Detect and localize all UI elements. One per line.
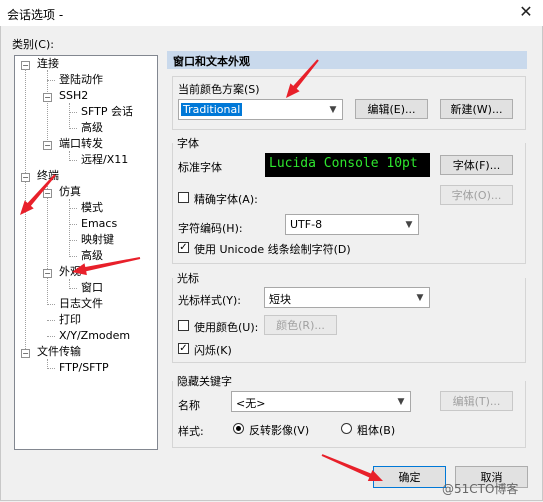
tree-line [47,183,48,303]
tree-item-ftp-sftp[interactable]: FTP/SFTP [59,361,109,375]
tree-line [69,288,77,289]
precise-font-label: 精确字体(A): [194,193,258,206]
tree-item-emulation-advanced[interactable]: 高级 [81,249,103,263]
collapse-icon[interactable]: − [43,189,52,198]
tree-line [69,151,70,159]
collapse-icon[interactable]: − [43,141,52,150]
chevron-down-icon: ▼ [329,105,337,115]
bold-label: 粗体(B) [357,424,396,437]
tree-item-ssh2[interactable]: SSH2 [59,89,88,103]
window-title: 会话选项 - [7,8,64,22]
reverse-video-label: 反转影像(V) [249,424,310,437]
tree-item-modes[interactable]: 模式 [81,201,103,215]
keyword-name-select[interactable]: <无> ▼ [231,391,411,412]
tree-line [69,256,77,257]
collapse-icon[interactable]: − [43,93,52,102]
cursor-style-value: 短块 [269,293,291,306]
collapse-icon[interactable]: − [21,173,30,182]
cursor-style-label: 光标样式(Y): [178,294,242,307]
scheme-edit-button[interactable]: 编辑(E)... [355,99,428,119]
encoding-select[interactable]: UTF-8 ▼ [285,214,419,235]
tree-item-emacs[interactable]: Emacs [81,217,117,231]
tree-line [47,336,55,337]
tree-item-port-forwarding[interactable]: 端口转发 [59,137,103,151]
close-icon[interactable]: ✕ [517,2,535,22]
tree-line [47,70,48,148]
tree-line [69,112,77,113]
tree-item-terminal[interactable]: 终端 [37,169,59,183]
reverse-video-radio[interactable] [233,423,244,434]
category-label: 类别(C): [12,38,54,51]
tree-item-mapped-keys[interactable]: 映射键 [81,233,114,247]
encoding-value: UTF-8 [290,218,323,231]
tree-line [69,240,77,241]
title-bar [0,0,543,26]
tree-item-login-actions[interactable]: 登陆动作 [59,73,103,87]
precise-font-button[interactable]: 字体(O)... [440,185,513,205]
cursor-style-select[interactable]: 短块 ▼ [264,287,430,308]
use-color-checkbox[interactable] [178,320,189,331]
blink-label: 闪烁(K) [194,344,232,357]
keyword-edit-button[interactable]: 编辑(T)... [440,391,513,411]
tree-line [69,128,77,129]
tree-line [25,69,26,357]
color-scheme-value: Traditional [181,103,243,116]
tree-item-appearance[interactable]: 外观 [59,265,81,279]
tree-line [47,80,55,81]
use-color-label: 使用颜色(U): [194,321,259,334]
chevron-down-icon: ▼ [405,220,413,230]
chevron-down-icon: ▼ [416,293,424,303]
scheme-new-button[interactable]: 新建(W)... [440,99,513,119]
tree-line [47,368,55,369]
font-preview: Lucida Console 10pt [265,153,430,177]
color-scheme-select[interactable]: Traditional ▼ [178,99,343,120]
tree-item-printing[interactable]: 打印 [59,313,81,327]
tree-item-xyzmodem[interactable]: X/Y/Zmodem [59,329,130,343]
color-scheme-label: 当前颜色方案(S) [178,83,260,96]
unicode-line-checkbox[interactable]: ✓ [178,242,189,253]
tree-line [47,320,55,321]
collapse-icon[interactable]: − [21,349,30,358]
panel-title: 窗口和文本外观 [173,55,250,68]
collapse-icon[interactable]: − [43,269,52,278]
tree-line [47,359,48,367]
tree-item-advanced[interactable]: 高级 [81,121,103,135]
tree-item-remote-x11[interactable]: 远程/X11 [81,153,128,167]
watermark: @51CTO博客 [442,482,519,496]
tree-item-emulation[interactable]: 仿真 [59,185,81,199]
tree-line [69,208,77,209]
tree-item-window[interactable]: 窗口 [81,281,103,295]
bold-radio[interactable] [341,423,352,434]
precise-font-checkbox[interactable] [178,192,189,203]
unicode-line-label: 使用 Unicode 线条绘制字符(D) [194,243,351,256]
cursor-color-button[interactable]: 颜色(R)... [264,315,337,335]
category-tree[interactable]: − 连接 登陆动作 − SSH2 SFTP 会话 高级 − 端口转发 远程/X1… [14,55,158,450]
encoding-label: 字符编码(H): [178,222,243,235]
tree-item-log-file[interactable]: 日志文件 [59,297,103,311]
ok-button[interactable]: 确定 [373,466,446,488]
font-button[interactable]: 字体(F)... [440,155,513,175]
chevron-down-icon: ▼ [397,397,405,407]
tree-item-connection[interactable]: 连接 [37,57,59,71]
tree-line [69,224,77,225]
tree-item-file-transfer[interactable]: 文件传输 [37,345,81,359]
tree-line [69,279,70,287]
keyword-name-value: <无> [236,397,266,410]
keyword-style-label: 样式: [178,425,204,438]
keyword-name-label: 名称 [178,399,200,412]
panel-header: 窗口和文本外观 [167,51,527,69]
tree-item-sftp-session[interactable]: SFTP 会话 [81,105,133,119]
standard-font-label: 标准字体 [178,161,222,174]
tree-line [69,160,77,161]
tree-line [47,304,55,305]
blink-checkbox[interactable]: ✓ [178,343,189,354]
tree-line [69,103,70,127]
